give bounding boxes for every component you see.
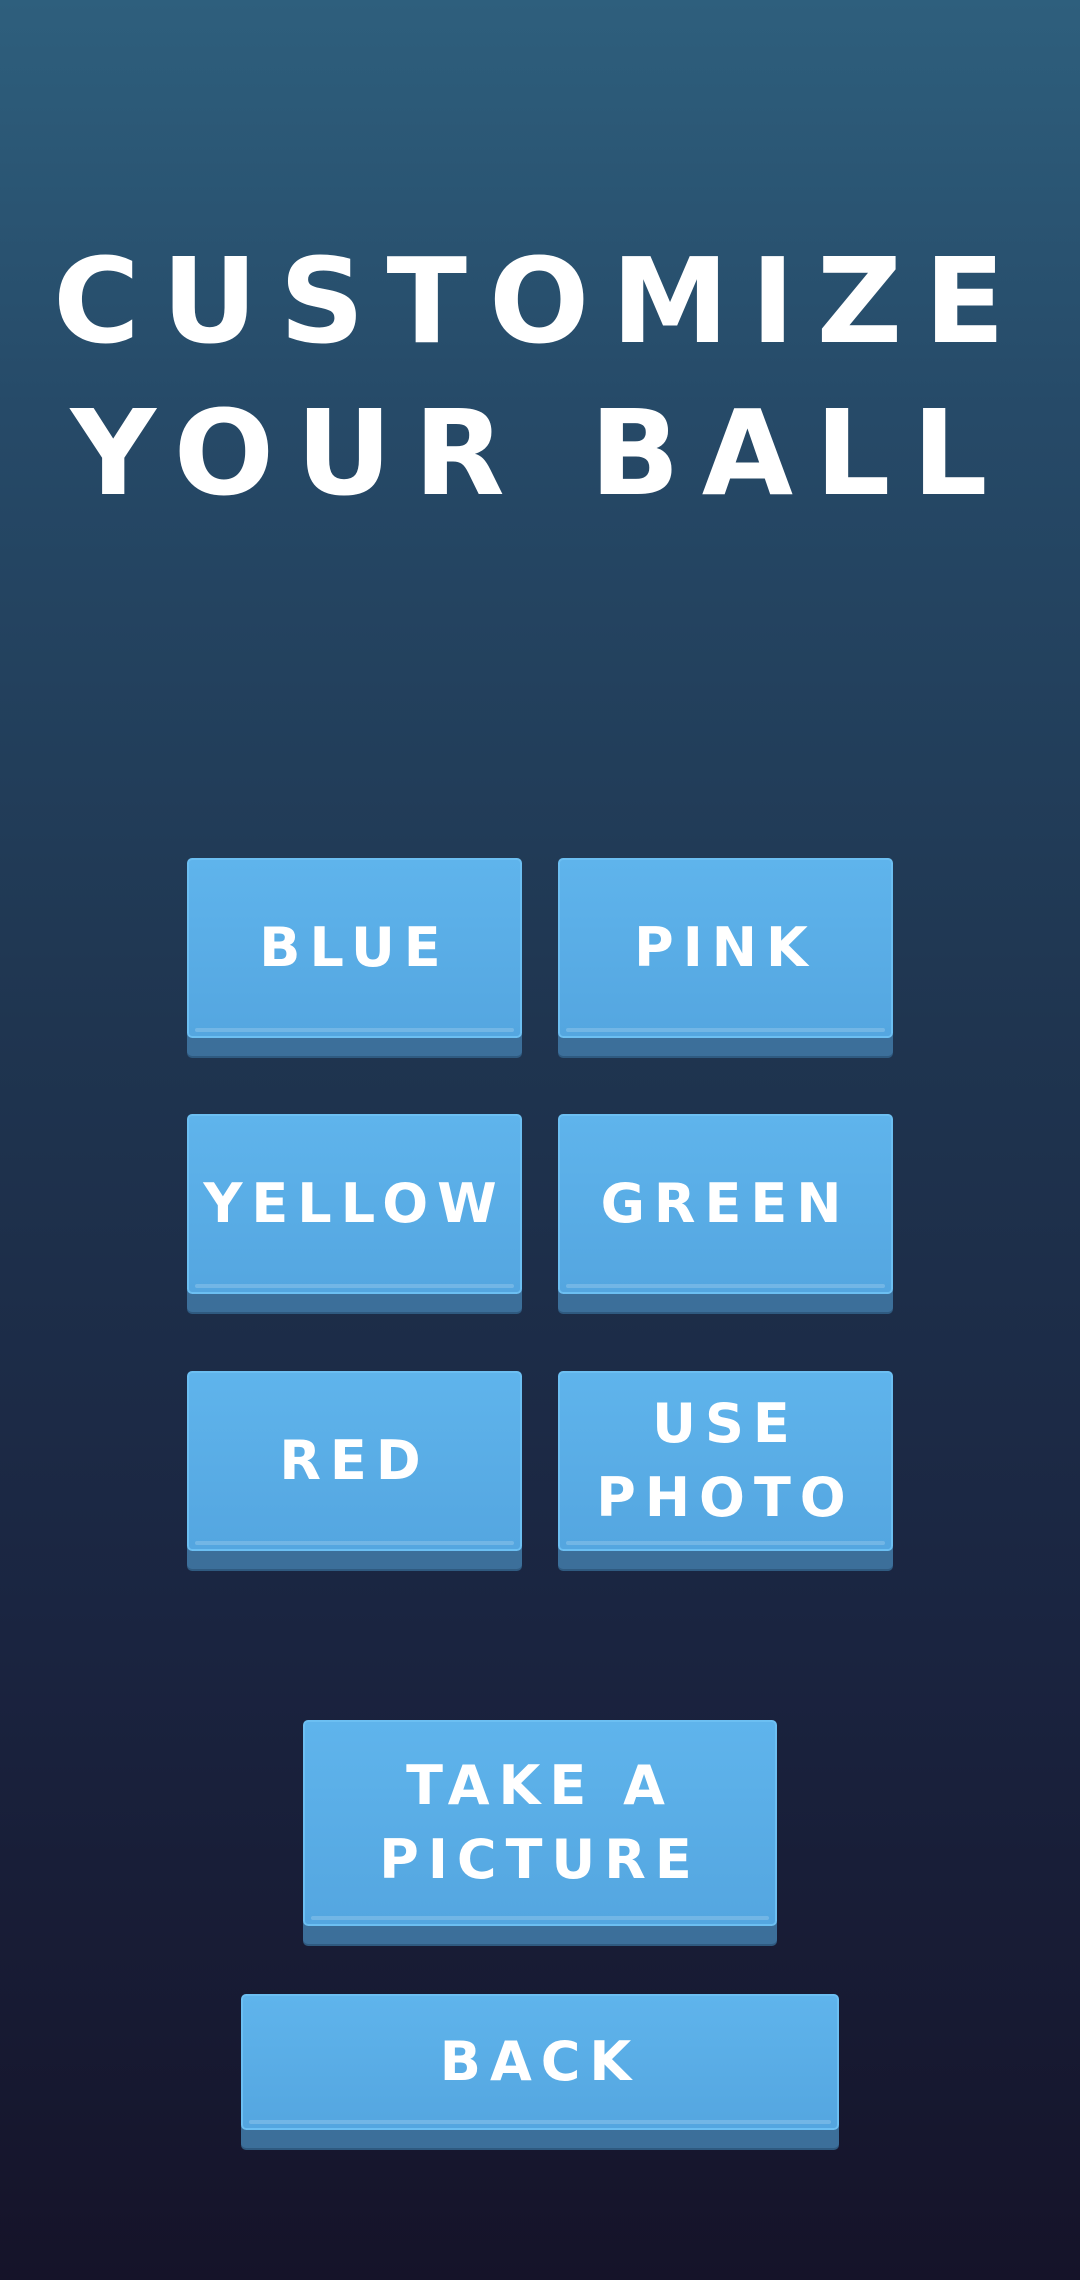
title-line-1: CUSTOMIZE [53,232,1027,370]
use-photo-label-line-2: PHOTO [596,1466,855,1529]
page-title: CUSTOMIZE YOUR BALL [0,225,1080,529]
take-picture-button[interactable]: TAKE A PICTURE [303,1720,777,1926]
blue-button[interactable]: BLUE [187,858,522,1038]
back-button[interactable]: BACK [241,1994,839,2130]
green-button[interactable]: GREEN [558,1114,893,1294]
pink-button[interactable]: PINK [558,858,893,1038]
take-picture-label-line-2: PICTURE [379,1828,701,1891]
red-button[interactable]: RED [187,1371,522,1551]
use-photo-label-line-1: USE [652,1392,799,1455]
yellow-button[interactable]: YELLOW [187,1114,522,1294]
use-photo-button[interactable]: USE PHOTO [558,1371,893,1551]
back-button-label: BACK [439,2030,641,2093]
red-button-label: RED [279,1429,430,1492]
title-line-2: YOUR BALL [70,384,1010,522]
take-picture-label-line-1: TAKE A [406,1754,674,1817]
blue-button-label: BLUE [259,916,450,979]
green-button-label: GREEN [600,1172,851,1235]
pink-button-label: PINK [634,916,817,979]
yellow-button-label: YELLOW [203,1172,506,1235]
